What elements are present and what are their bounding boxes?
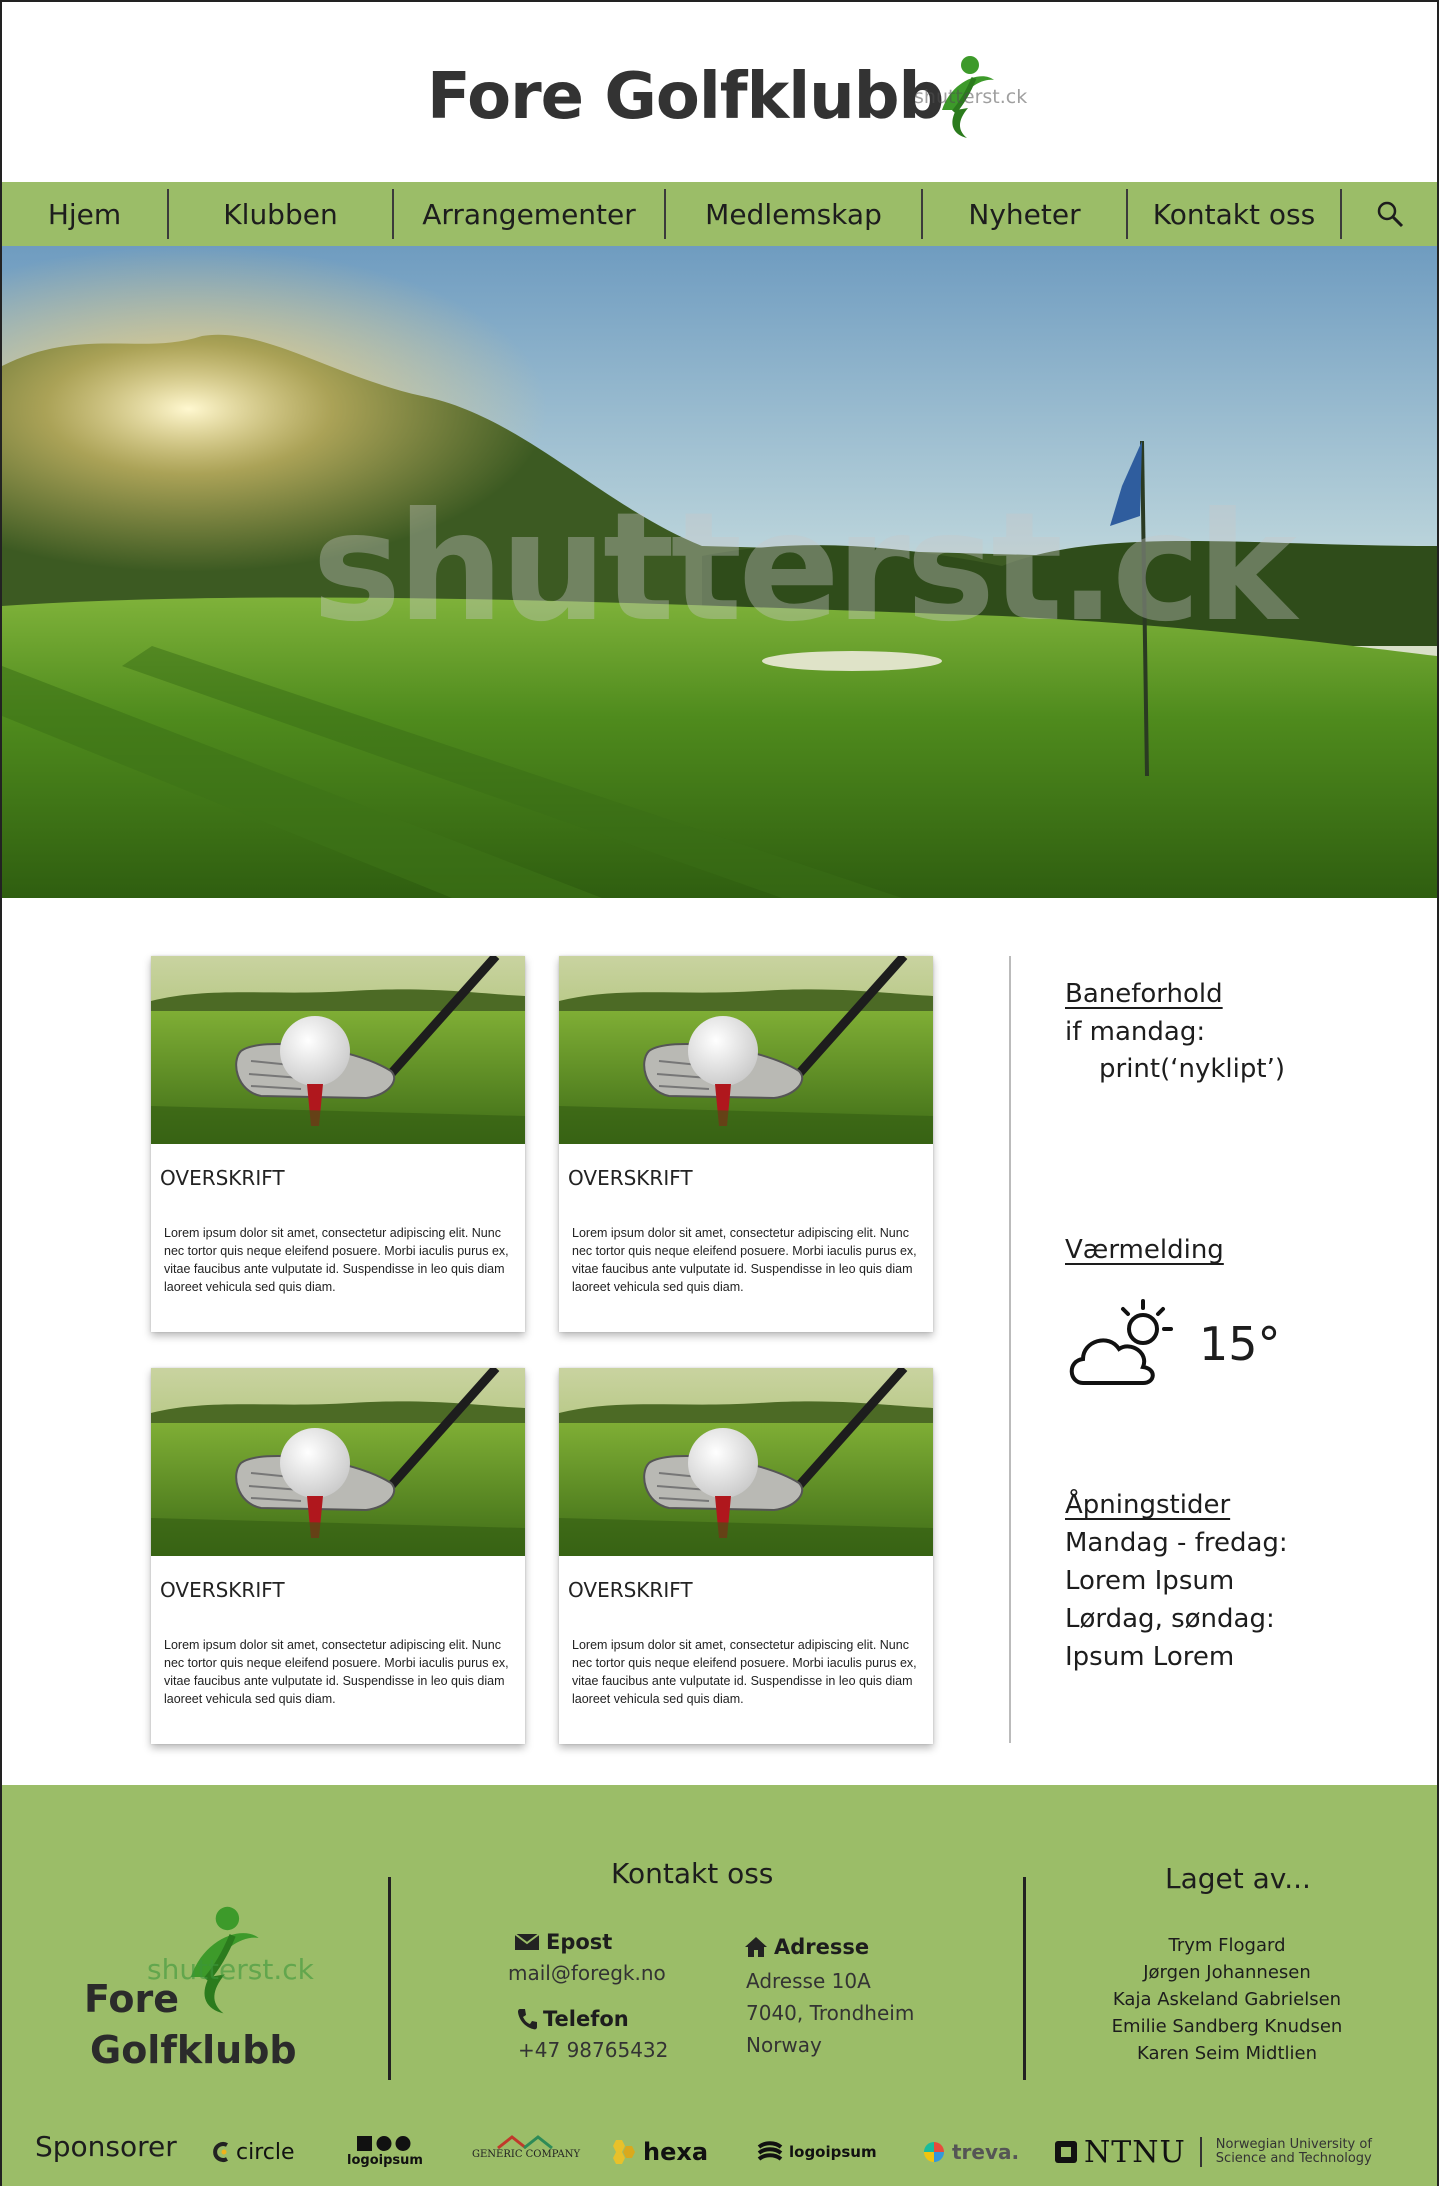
waves-logo-icon (757, 2141, 783, 2161)
ntnu-divider (1199, 2137, 1202, 2167)
card-title: OVERSKRIFT (568, 1166, 693, 1190)
golf-ball-image (559, 1368, 933, 1556)
sponsors-label: Sponsorer (35, 2130, 177, 2163)
opening-hours-heading: Åpningstider (1065, 1490, 1231, 1520)
contact-heading: Kontakt oss (611, 1857, 774, 1890)
hero-watermark: shutterst.ck (312, 481, 1297, 655)
partly-cloudy-icon (1069, 1299, 1173, 1385)
phone-label: Telefon (517, 2007, 629, 2031)
card-title: OVERSKRIFT (160, 1578, 285, 1602)
address-line: Norway (746, 2033, 822, 2057)
opening-hours-line: Ipsum Lorem (1065, 1642, 1235, 1672)
credit-name: Jørgen Johannesen (1143, 1962, 1311, 1983)
circle-logo-icon (213, 2142, 228, 2162)
card-title: OVERSKRIFT (160, 1166, 285, 1190)
logo-watermark: shutterst.ck (914, 86, 1028, 108)
hero-image: shutterst.ck (2, 246, 1437, 898)
treva-logo-icon (924, 2142, 944, 2162)
email-label: Epost (514, 1930, 612, 1954)
course-conditions-line2: print(‘nyklipt’) (1099, 1054, 1285, 1084)
card-text: Lorem ipsum dolor sit amet, consectetur … (572, 1226, 917, 1294)
footer-logo-line2: Golfklubb (90, 2028, 297, 2072)
site-title[interactable]: Fore Golfklubb (427, 60, 944, 134)
news-card[interactable]: OVERSKRIFT Lorem ipsum dolor sit amet, c… (559, 1368, 933, 1744)
nav-item-hjem[interactable]: Hjem (2, 189, 169, 239)
sponsor-ntnu-logo[interactable]: NTNU Norwegian University of Science and… (1054, 2135, 1372, 2170)
credit-name: Emilie Sandberg Knudsen (1111, 2016, 1343, 2037)
golf-ball-image (151, 1368, 525, 1556)
opening-hours-line: Mandag - fredag: (1065, 1528, 1288, 1558)
ntnu-subtitle: Norwegian University of (1215, 2137, 1372, 2152)
logoipsum-squares-icon (356, 2136, 411, 2151)
card-text: Lorem ipsum dolor sit amet, consectetur … (164, 1226, 509, 1294)
news-card[interactable]: OVERSKRIFT Lorem ipsum dolor sit amet, c… (151, 956, 525, 1332)
course-conditions-line1: if mandag: (1065, 1017, 1206, 1047)
credit-name: Trym Flogard (1168, 1935, 1286, 1956)
credit-name: Kaja Askeland Gabrielsen (1112, 1989, 1342, 2010)
news-card[interactable]: OVERSKRIFT Lorem ipsum dolor sit amet, c… (151, 1368, 525, 1744)
main-nav: Hjem Klubben Arrangementer Medlemskap Ny… (2, 182, 1437, 246)
sponsor-circle-logo[interactable]: circle (212, 2135, 295, 2169)
opening-hours-line: Lorem Ipsum (1065, 1566, 1235, 1596)
course-conditions-heading: Baneforhold (1065, 979, 1223, 1009)
home-icon (745, 1937, 767, 1957)
nav-item-medlemskap[interactable]: Medlemskap (666, 189, 923, 239)
search-button[interactable] (1342, 189, 1437, 239)
footer-logo-line1: Fore (84, 1977, 180, 2021)
hexa-logo-icon (613, 2140, 635, 2164)
sponsor-treva-logo[interactable]: treva. (922, 2135, 1019, 2169)
search-icon (1377, 201, 1403, 228)
ntnu-logo-icon (1055, 2141, 1077, 2163)
weather-temperature: 15° (1199, 1317, 1281, 1371)
content-divider (1009, 956, 1011, 1743)
email-value[interactable]: mail@foregk.no (508, 1957, 666, 1989)
golf-ball-image (151, 956, 525, 1144)
phone-icon (518, 2009, 537, 2030)
ntnu-subtitle: Science and Technology (1215, 2151, 1372, 2166)
credit-name: Karen Seim Midtlien (1137, 2043, 1317, 2064)
nav-item-klubben[interactable]: Klubben (169, 189, 394, 239)
card-text: Lorem ipsum dolor sit amet, consectetur … (164, 1638, 509, 1706)
sponsor-logoipsum-waves-logo[interactable]: logoipsum (757, 2135, 877, 2169)
card-text: Lorem ipsum dolor sit amet, consectetur … (572, 1638, 917, 1706)
credits-heading: Laget av... (1165, 1862, 1311, 1895)
nav-item-nyheter[interactable]: Nyheter (923, 189, 1128, 239)
site-footer: shutterst.ck Fore Golfklubb Kontakt oss … (2, 1785, 1437, 2186)
sponsor-hexa-logo[interactable]: hexa (609, 2135, 708, 2169)
nav-item-kontakt-oss[interactable]: Kontakt oss (1128, 189, 1342, 239)
address-line: 7040, Trondheim (746, 2001, 915, 2025)
weather-heading: Værmelding (1065, 1235, 1224, 1265)
address-label: Adresse (744, 1935, 869, 1959)
nav-item-arrangementer[interactable]: Arrangementer (394, 189, 666, 239)
sponsor-logoipsum-logo[interactable]: logoipsum (347, 2135, 423, 2169)
envelope-icon (514, 1933, 540, 1950)
address-line: Adresse 10A (746, 1969, 871, 1993)
opening-hours-line: Lørdag, søndag: (1065, 1604, 1275, 1634)
sponsor-generic-company-logo[interactable]: GENERIC COMPANY (472, 2135, 580, 2169)
card-title: OVERSKRIFT (568, 1578, 693, 1602)
site-header: Fore Golfklubb shutterst.ck (2, 2, 1437, 182)
phone-value[interactable]: +47 98765432 (518, 2034, 668, 2066)
news-card[interactable]: OVERSKRIFT Lorem ipsum dolor sit amet, c… (559, 956, 933, 1332)
house-roof-icon (497, 2135, 553, 2149)
footer-divider (1023, 1877, 1026, 2080)
footer-divider (388, 1877, 391, 2080)
golf-ball-image (559, 956, 933, 1144)
